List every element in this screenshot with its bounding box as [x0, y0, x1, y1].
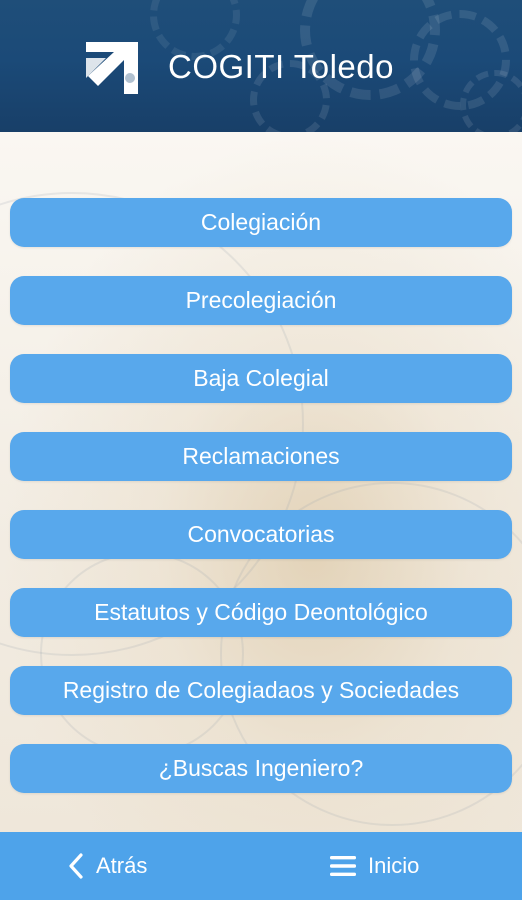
menu-button-colegiacion[interactable]: Colegiación: [10, 198, 512, 247]
menu-button-precolegiacion[interactable]: Precolegiación: [10, 276, 512, 325]
chevron-left-icon: [69, 853, 83, 879]
menu-button-reclamaciones[interactable]: Reclamaciones: [10, 432, 512, 481]
home-button[interactable]: Inicio: [330, 832, 419, 900]
home-label: Inicio: [368, 853, 420, 878]
hamburger-menu-icon: [330, 856, 356, 876]
app-title: COGITI Toledo: [168, 48, 394, 85]
menu-button-buscas-ingeniero[interactable]: ¿Buscas Ingeniero?: [10, 744, 512, 793]
brand: COGITI Toledo: [84, 38, 394, 96]
cogiti-logo-icon: [86, 42, 138, 94]
gear-decoration: [460, 70, 522, 132]
back-label: Atrás: [96, 853, 148, 878]
menu-button-baja-colegial[interactable]: Baja Colegial: [10, 354, 512, 403]
menu-button-registro[interactable]: Registro de Colegiadaos y Sociedades: [10, 666, 512, 715]
bottom-navigation: Atrás Inicio: [0, 832, 522, 900]
menu-button-estatutos[interactable]: Estatutos y Código Deontológico: [10, 588, 512, 637]
menu-button-convocatorias[interactable]: Convocatorias: [10, 510, 512, 559]
back-button[interactable]: Atrás: [68, 832, 147, 900]
main-content: Colegiación Precolegiación Baja Colegial…: [0, 132, 522, 832]
app-header: COGITI Toledo: [0, 0, 522, 132]
menu-list: Colegiación Precolegiación Baja Colegial…: [10, 198, 512, 822]
